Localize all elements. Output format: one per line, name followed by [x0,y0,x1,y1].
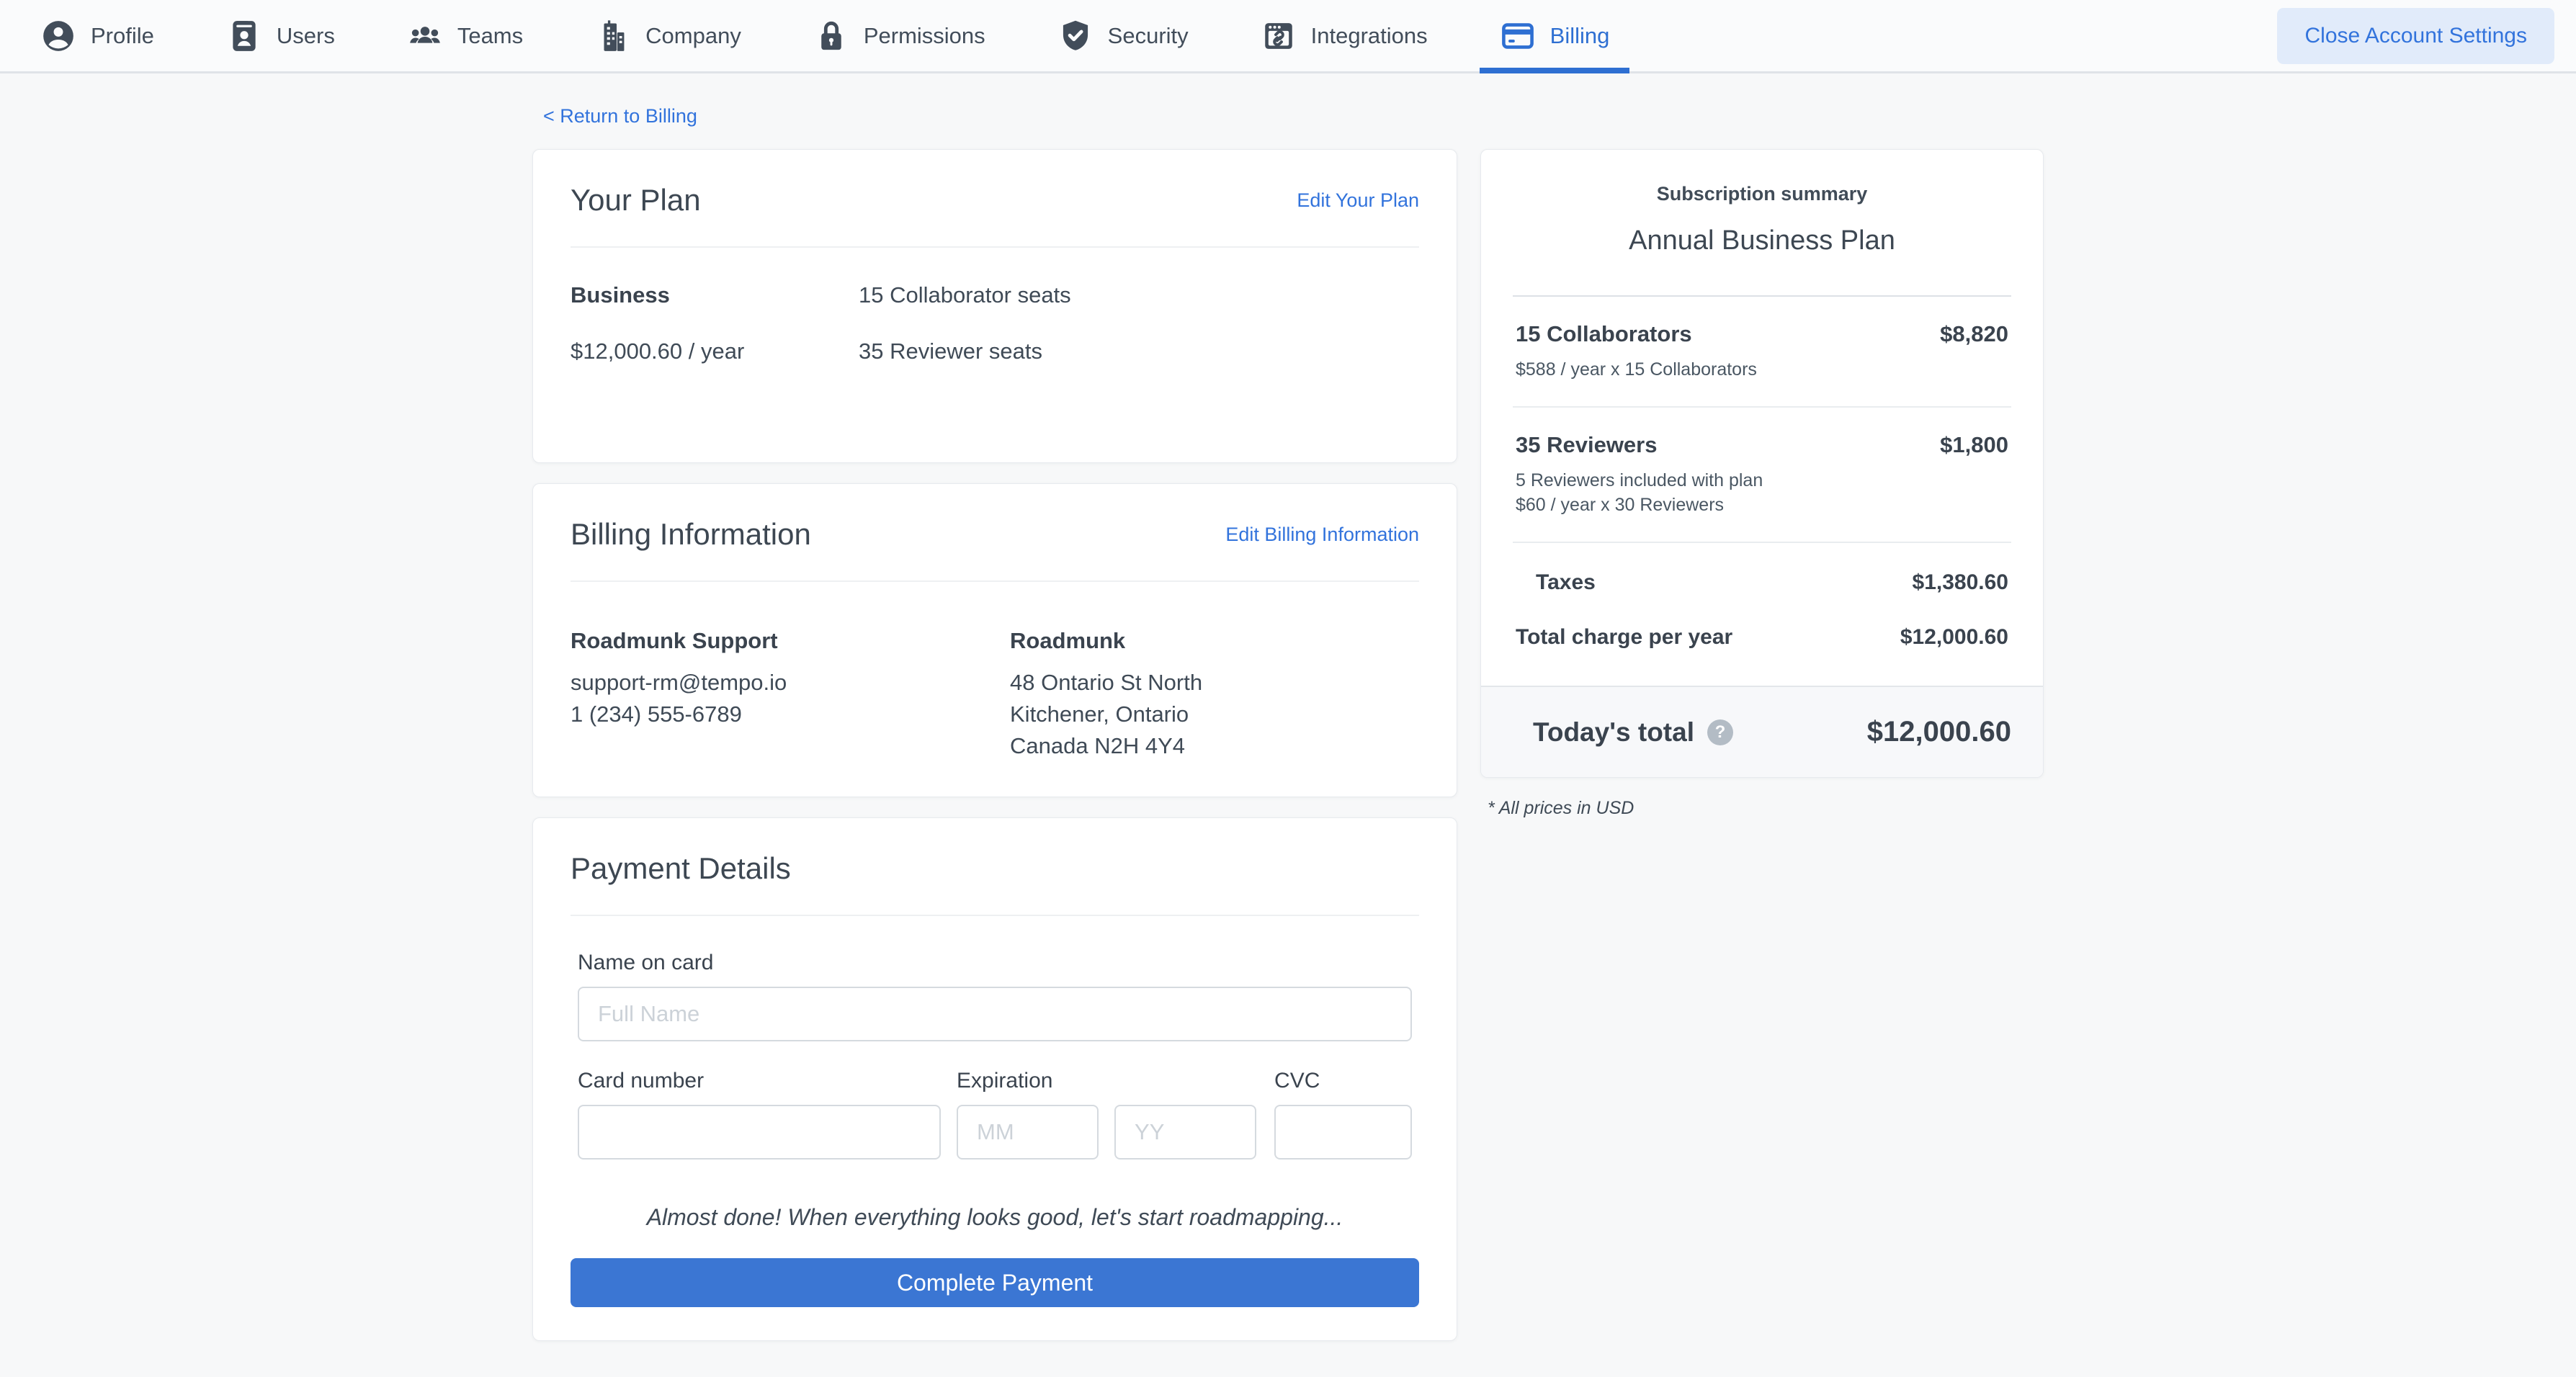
expiration-label: Expiration [957,1069,1256,1093]
help-icon[interactable]: ? [1707,719,1733,745]
card-number-input[interactable] [578,1105,941,1160]
tab-users[interactable]: Users [206,0,355,71]
item-amount: $8,820 [1940,321,2008,347]
tab-company[interactable]: Company [575,0,761,71]
close-account-settings-button[interactable]: Close Account Settings [2277,8,2554,64]
todays-total-label: Today's total [1533,717,1694,748]
reviewer-seats: 35 Reviewer seats [859,338,1419,364]
contact-name: Roadmunk Support [571,625,1010,657]
taxes-label: Taxes [1516,570,1596,595]
expiration-month-input[interactable] [957,1105,1099,1160]
left-column: Your Plan Edit Your Plan Business 15 Col… [532,149,1457,1341]
tab-billing[interactable]: Billing [1480,0,1630,71]
todays-total-amount: $12,000.60 [1867,716,2011,748]
payment-details-title: Payment Details [571,851,791,886]
contact-email: support-rm@tempo.io [571,667,1010,699]
tab-profile[interactable]: Profile [20,0,174,71]
plan-name: Business [571,282,859,308]
address-line: 48 Ontario St North [1010,667,1419,699]
your-plan-card: Your Plan Edit Your Plan Business 15 Col… [532,149,1457,463]
tab-teams[interactable]: Teams [387,0,543,71]
company-icon [595,18,631,54]
right-column: Subscription summary Annual Business Pla… [1480,149,2044,819]
taxes-amount: $1,380.60 [1913,570,2008,595]
tab-integrations[interactable]: Integrations [1240,0,1448,71]
tab-security[interactable]: Security [1037,0,1209,71]
subscription-summary-label: Subscription summary [1516,183,2008,205]
name-on-card-label: Name on card [578,951,1412,975]
return-to-billing-link[interactable]: < Return to Billing [543,105,697,127]
collaborator-seats: 15 Collaborator seats [859,282,1419,308]
tab-label: Users [277,23,335,49]
subscription-summary-card: Subscription summary Annual Business Pla… [1480,149,2044,778]
address-line: Canada N2H 4Y4 [1010,730,1419,762]
item-name: 35 Reviewers [1516,432,1657,458]
payment-details-card: Payment Details Name on card Card number… [532,817,1457,1341]
summary-item-collaborators: 15 Collaborators $8,820 $588 / year x 15… [1513,297,2011,408]
users-icon [226,18,262,54]
tab-permissions[interactable]: Permissions [793,0,1006,71]
billing-icon [1500,18,1536,54]
billing-address: Roadmunk 48 Ontario St North Kitchener, … [1010,625,1419,762]
payment-note: Almost done! When everything looks good,… [571,1204,1419,1231]
card-number-label: Card number [578,1069,941,1093]
billing-contact: Roadmunk Support support-rm@tempo.io 1 (… [571,625,1010,762]
total-charge-amount: $12,000.60 [1900,625,2008,650]
main-content: < Return to Billing Your Plan Edit Your … [532,73,2044,1341]
item-detail: $588 / year x 15 Collaborators [1516,357,2008,382]
your-plan-title: Your Plan [571,183,701,217]
item-detail: $60 / year x 30 Reviewers [1516,493,2008,517]
summary-totals: Taxes $1,380.60 Total charge per year $1… [1513,543,2011,686]
edit-your-plan-link[interactable]: Edit Your Plan [1297,189,1419,212]
todays-total-section: Today's total ? $12,000.60 [1481,686,2043,777]
item-amount: $1,800 [1940,432,2008,458]
tab-label: Billing [1550,23,1610,49]
address-line: Kitchener, Ontario [1010,699,1419,730]
expiration-year-input[interactable] [1114,1105,1256,1160]
tab-label: Teams [457,23,523,49]
tab-label: Company [645,23,741,49]
complete-payment-button[interactable]: Complete Payment [571,1258,1419,1307]
tab-label: Integrations [1311,23,1428,49]
tab-label: Permissions [864,23,985,49]
tab-label: Profile [91,23,154,49]
billing-information-card: Billing Information Edit Billing Informa… [532,483,1457,797]
top-nav: Profile Users Teams [0,0,2576,73]
teams-icon [407,18,443,54]
contact-phone: 1 (234) 555-6789 [571,699,1010,730]
tab-label: Security [1108,23,1189,49]
prices-footnote: * All prices in USD [1488,798,2044,819]
summary-plan-name: Annual Business Plan [1516,225,2008,256]
cvc-input[interactable] [1274,1105,1412,1160]
billing-information-title: Billing Information [571,517,811,552]
plan-price: $12,000.60 / year [571,338,859,364]
integrations-icon [1261,18,1297,54]
item-detail: 5 Reviewers included with plan [1516,468,2008,493]
name-on-card-input[interactable] [578,987,1412,1041]
edit-billing-information-link[interactable]: Edit Billing Information [1225,524,1419,546]
item-name: 15 Collaborators [1516,321,1692,347]
company-name: Roadmunk [1010,625,1419,657]
profile-icon [40,18,76,54]
security-icon [1057,18,1094,54]
permissions-icon [813,18,849,54]
summary-item-reviewers: 35 Reviewers $1,800 5 Reviewers included… [1513,408,2011,543]
total-charge-label: Total charge per year [1516,625,1732,650]
cvc-label: CVC [1274,1069,1412,1093]
